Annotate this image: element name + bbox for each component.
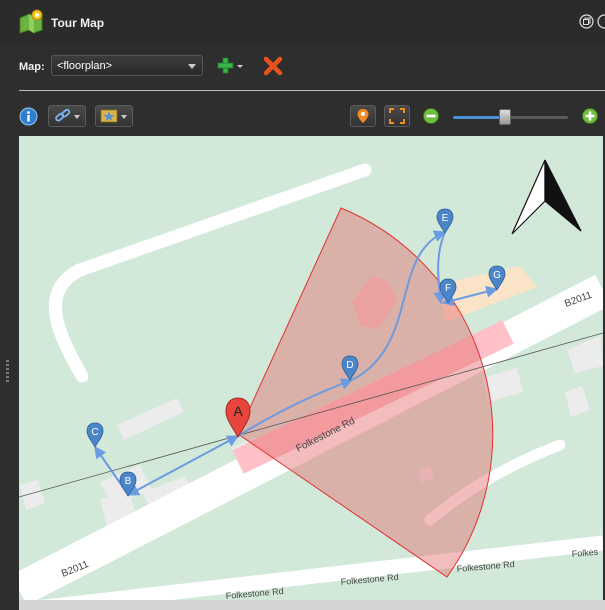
map-dropdown-value: <floorplan> (57, 60, 113, 72)
separator-line (19, 90, 605, 91)
marker-label: E (442, 213, 449, 224)
title-bar: Tour Map (0, 0, 605, 46)
place-marker-button[interactable] (350, 105, 376, 127)
style-dropdown-button[interactable] (95, 105, 133, 127)
link-dropdown-button[interactable] (48, 105, 86, 127)
star-style-icon (100, 109, 118, 123)
fit-to-view-button[interactable] (384, 105, 410, 127)
map-label: Map: (19, 61, 45, 73)
marker-label: F (445, 283, 451, 294)
marker-label: A (233, 403, 243, 419)
window-title: Tour Map (51, 16, 105, 30)
map-toolbar (0, 99, 605, 133)
resize-grip-icon[interactable] (6, 360, 9, 382)
marker-pin-icon (357, 109, 369, 123)
tour-map-icon (19, 9, 43, 34)
chevron-down-icon (188, 64, 196, 69)
map-selector-bar: Map: <floorplan> (0, 46, 605, 90)
zoom-out-icon[interactable] (423, 108, 439, 124)
chevron-down-icon (121, 115, 127, 119)
delete-map-button[interactable] (262, 55, 284, 77)
info-icon[interactable] (19, 107, 38, 126)
delete-x-icon (263, 56, 283, 76)
add-map-button[interactable] (215, 55, 247, 77)
marker-label: D (346, 360, 353, 371)
chevron-down-icon (74, 115, 80, 119)
link-icon (55, 108, 71, 122)
marker-label: B (125, 476, 132, 487)
map-dropdown[interactable]: <floorplan> (51, 55, 203, 76)
fit-to-view-icon (389, 108, 405, 124)
close-window-icon[interactable] (597, 14, 605, 29)
add-plus-icon (217, 57, 243, 74)
zoom-slider-handle[interactable] (498, 109, 511, 125)
map-status-strip (19, 600, 605, 610)
zoom-slider-fill (453, 116, 505, 119)
map-canvas[interactable]: B2011 Folkestone Rd B2011 Folkestone Rd … (19, 136, 603, 600)
marker-label: G (493, 270, 501, 281)
zoom-in-icon[interactable] (582, 108, 598, 124)
marker-label: C (91, 427, 98, 438)
restore-window-icon[interactable] (579, 14, 594, 29)
